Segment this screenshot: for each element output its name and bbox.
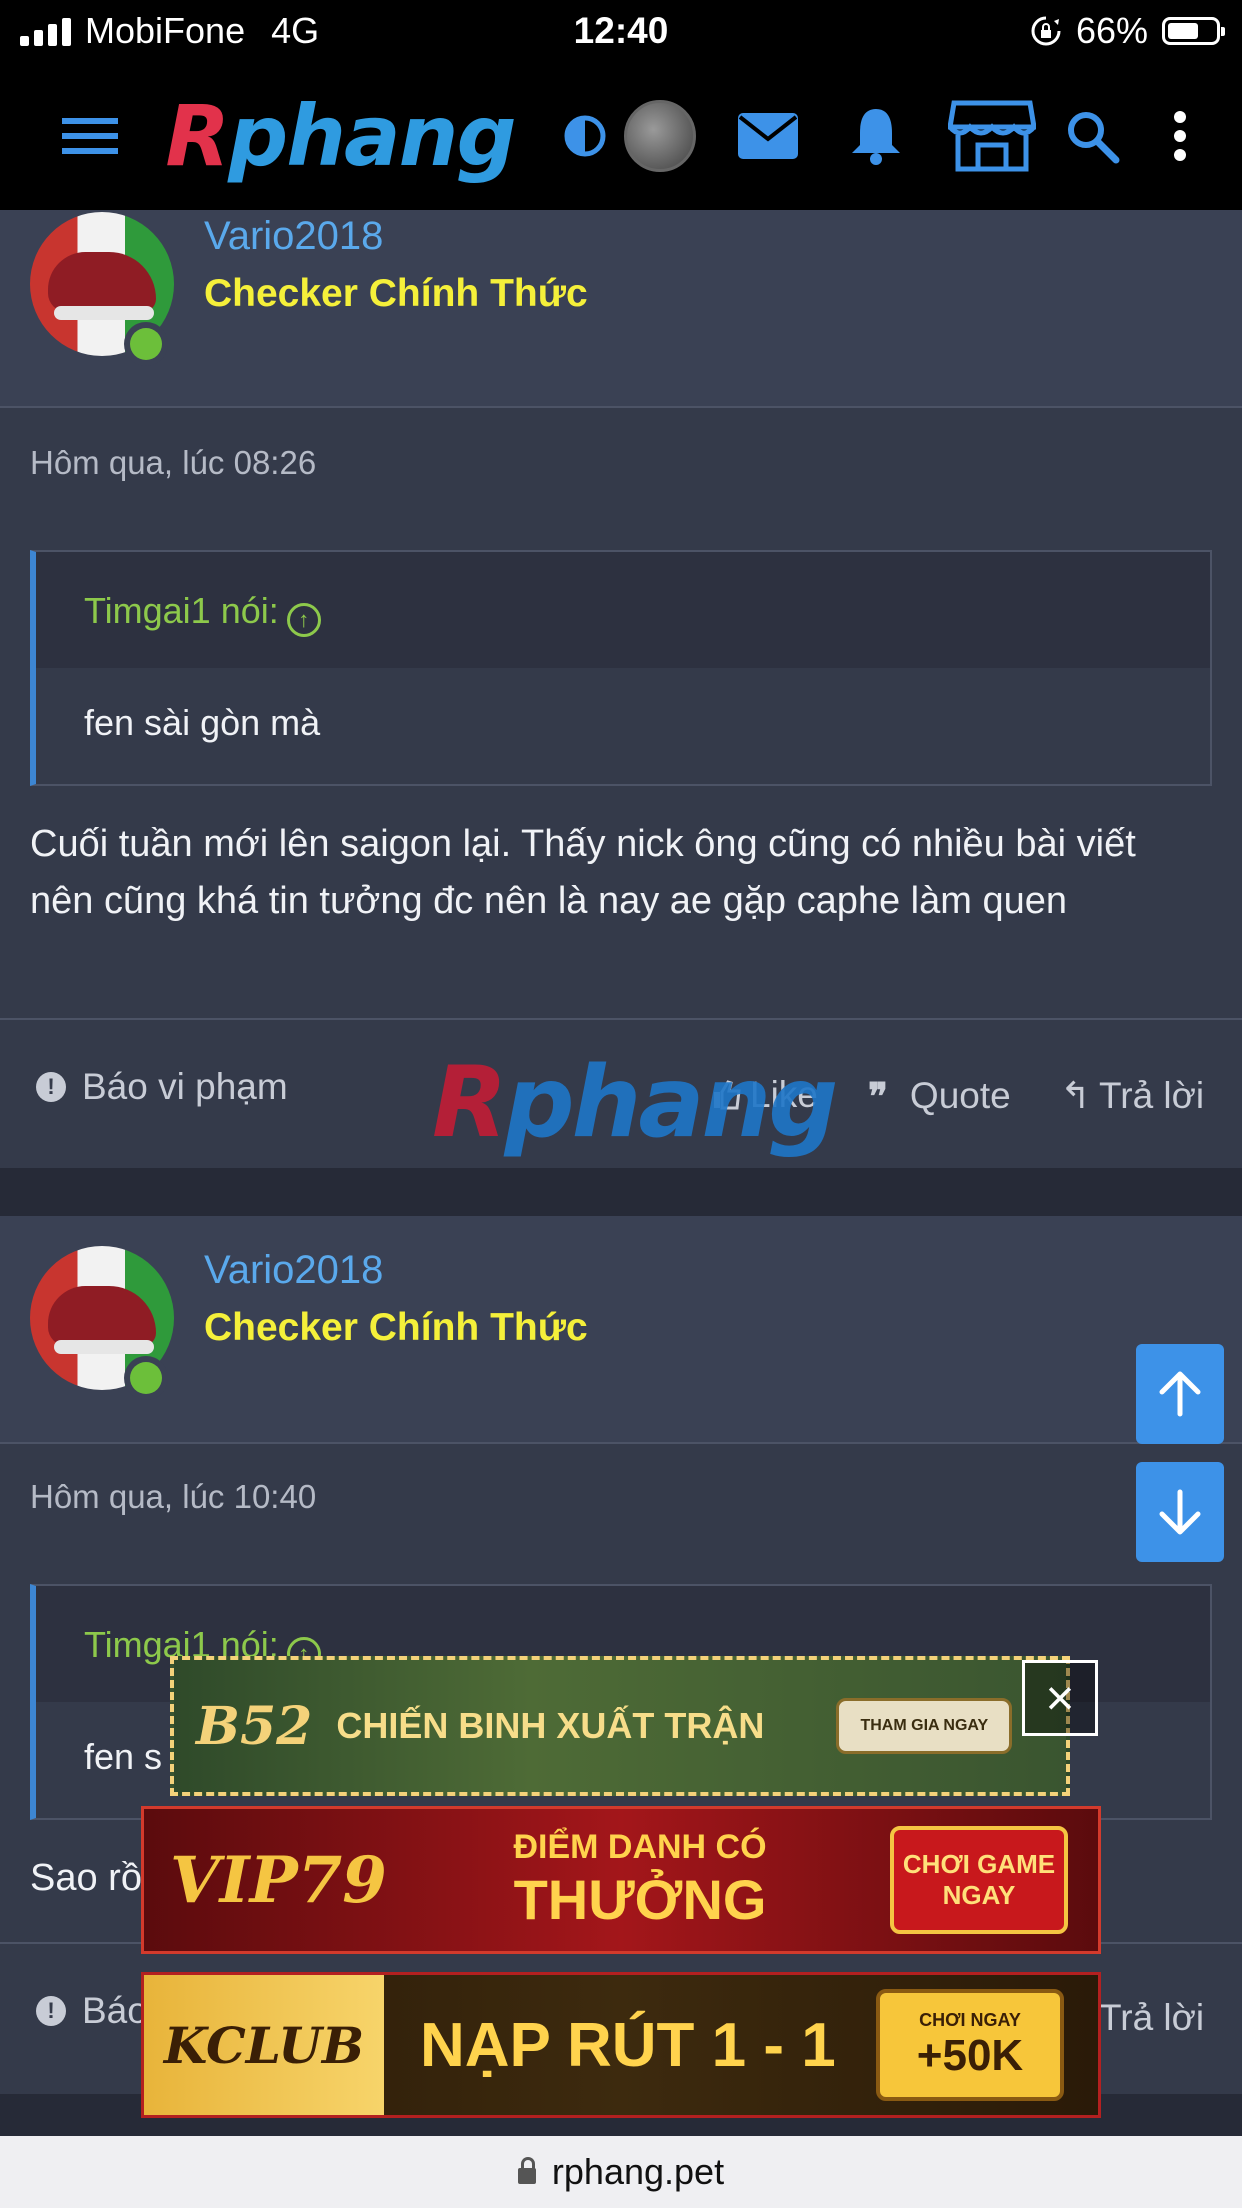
- alerts-button[interactable]: [838, 62, 914, 210]
- mail-icon: [738, 113, 798, 159]
- post-user-block: Vario2018 Checker Chính Thức: [0, 1216, 1242, 1444]
- post-user-block: Vario2018 Checker Chính Thức: [0, 210, 1242, 408]
- more-vertical-icon: [1174, 111, 1186, 161]
- ad-banner-b52[interactable]: B52 CHIẾN BINH XUẤT TRẬN THAM GIA NGAY: [170, 1656, 1070, 1796]
- store-icon: [948, 100, 1036, 172]
- reply-icon: ↰: [1060, 1075, 1092, 1116]
- post-timestamp[interactable]: Hôm qua, lúc 08:26: [30, 444, 316, 482]
- battery-icon: [1162, 17, 1225, 45]
- market-button[interactable]: [944, 62, 1040, 210]
- ad-banner-kclub[interactable]: KCLUB NẠP RÚT 1 - 1 CHƠI NGAY +50K: [141, 1972, 1101, 2118]
- ad-cta-amount: +50K: [916, 2030, 1024, 2080]
- watermark-text: phang: [504, 1046, 838, 1160]
- theme-toggle[interactable]: [560, 62, 610, 210]
- ad-brand: B52: [196, 1695, 313, 1757]
- go-to-quoted-icon[interactable]: ↑: [286, 603, 321, 637]
- ad-brand: KCLUB: [163, 2015, 365, 2075]
- scroll-to-bottom-button[interactable]: [1136, 1462, 1224, 1562]
- watermark-letter: R: [432, 1046, 507, 1160]
- report-label: Báo: [82, 1990, 148, 2031]
- menu-button[interactable]: [50, 62, 130, 210]
- account-menu[interactable]: [622, 62, 698, 210]
- post-timestamp[interactable]: Hôm qua, lúc 10:40: [30, 1478, 316, 1516]
- site-header: Rphang: [0, 62, 1242, 210]
- close-ad-button[interactable]: ×: [1022, 1660, 1098, 1736]
- quote-text: fen s: [84, 1736, 163, 1777]
- online-status-icon: [124, 322, 168, 366]
- search-button[interactable]: [1060, 62, 1124, 210]
- ad-brand: VIP79: [170, 1842, 387, 1918]
- contrast-icon: [564, 115, 606, 157]
- ad-headline: NẠP RÚT 1 - 1: [420, 2010, 836, 2080]
- post-separator: [0, 1168, 1242, 1216]
- lock-icon: [517, 2157, 536, 2184]
- quote-button[interactable]: ❞ Quote: [868, 1074, 1011, 1118]
- bell-icon: [852, 109, 900, 165]
- ad-headline: CHIẾN BINH XUẤT TRẬN: [336, 1705, 765, 1746]
- watermark-logo: Rphang: [432, 1046, 838, 1160]
- username[interactable]: Vario2018: [204, 1248, 383, 1293]
- inbox-button[interactable]: [730, 62, 806, 210]
- warning-icon: !: [36, 1072, 66, 1102]
- ad-cta-top: CHƠI NGAY: [919, 2009, 1021, 2030]
- site-logo[interactable]: Rphang: [160, 62, 520, 210]
- logo-text: phang: [228, 87, 517, 185]
- ad-cta: THAM GIA NGAY: [836, 1698, 1013, 1754]
- report-label: Báo vi phạm: [82, 1066, 288, 1107]
- post: Vario2018 Checker Chính Thức Hôm qua, lú…: [0, 210, 1242, 1170]
- user-title: Checker Chính Thức: [204, 1306, 588, 1349]
- quote-author-label: Timgai1 nói:: [84, 590, 279, 631]
- ad-cta: CHƠI NGAY +50K: [876, 1989, 1064, 2101]
- reply-button[interactable]: ↰Trả lời: [1060, 1074, 1204, 1117]
- more-menu-button[interactable]: [1160, 62, 1200, 210]
- warning-icon: !: [36, 1996, 66, 2026]
- browser-url-bar[interactable]: rphang.pet: [0, 2136, 1242, 2208]
- ad-headline-bottom: THƯỞNG: [513, 1868, 767, 1931]
- quote-block: Timgai1 nói: ↑ fen sài gòn mà: [30, 550, 1212, 786]
- ad-banner-vip79[interactable]: VIP79 ĐIỂM DANH CÓ THƯỞNG CHƠI GAME NGAY: [141, 1806, 1101, 1954]
- report-button[interactable]: ! Báo vi phạm: [36, 1066, 288, 1108]
- arrow-up-icon: [1159, 1371, 1201, 1417]
- hamburger-icon: [62, 118, 118, 154]
- post-body: Cuối tuần mới lên saigon lại. Thấy nick …: [30, 823, 1136, 922]
- arrow-down-icon: [1159, 1489, 1201, 1535]
- reply-label: Trả lời: [1099, 1996, 1205, 2038]
- ad-cta: CHƠI GAME NGAY: [890, 1826, 1068, 1934]
- status-bar: MobiFone 4G 12:40 66%: [0, 0, 1242, 62]
- battery-percent: 66%: [1075, 10, 1148, 51]
- username[interactable]: Vario2018: [204, 214, 383, 259]
- quote-icon: ❞: [868, 1074, 888, 1118]
- quote-text: fen sài gòn mà: [84, 702, 321, 743]
- search-icon: [1068, 112, 1120, 164]
- scroll-to-top-button[interactable]: [1136, 1344, 1224, 1444]
- close-icon: ×: [1045, 1670, 1075, 1726]
- reply-label: Trả lời: [1099, 1074, 1205, 1116]
- logo-letter: R: [165, 87, 230, 185]
- quote-author[interactable]: Timgai1 nói: ↑: [84, 590, 321, 637]
- quote-label: Quote: [909, 1075, 1011, 1116]
- user-avatar: [624, 100, 696, 172]
- rotation-lock-icon: [1031, 16, 1061, 46]
- url-text: rphang.pet: [551, 2151, 725, 2192]
- online-status-icon: [124, 1356, 168, 1400]
- user-title: Checker Chính Thức: [204, 272, 588, 315]
- report-button[interactable]: ! Báo: [36, 1990, 148, 2032]
- ad-headline-top: ĐIỂM DANH CÓ: [513, 1828, 767, 1866]
- post: Vario2018 Checker Chính Thức Hôm qua, lú…: [0, 1216, 1242, 2094]
